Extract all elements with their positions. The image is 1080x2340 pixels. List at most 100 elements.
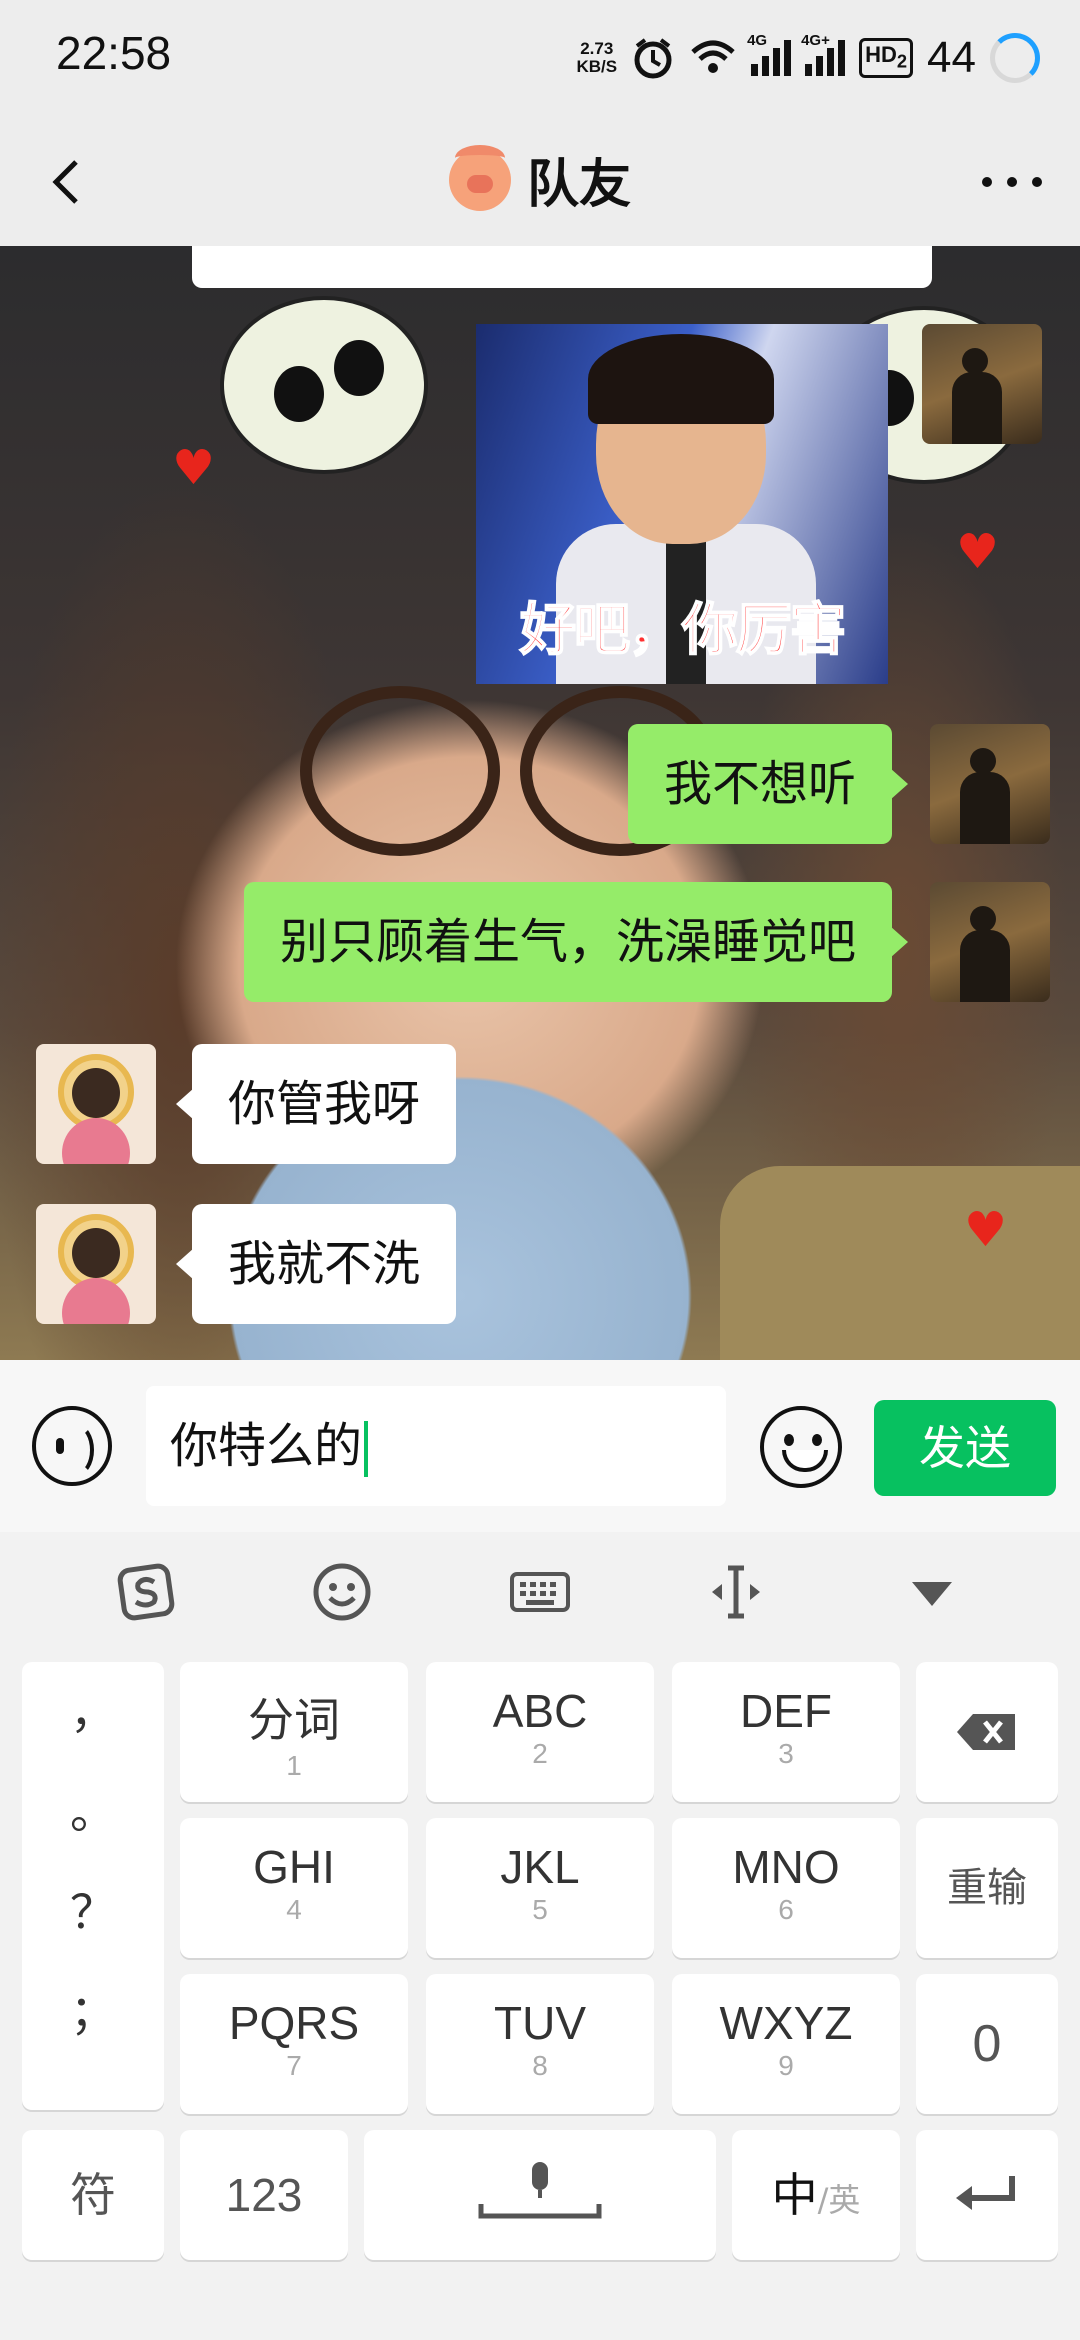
text-caret (364, 1421, 369, 1477)
key-number: 7 (286, 2050, 302, 2081)
more-options-icon[interactable] (982, 162, 1042, 202)
hd-voice-icon: HD2 (859, 37, 914, 79)
message-row: 别只顾着生气，洗澡睡觉吧 (243, 882, 1050, 1002)
punct-comma-key[interactable]: ， (22, 1662, 164, 1762)
panda-sticker-decoration (220, 296, 428, 474)
key-label: 123 (225, 2169, 303, 2221)
key-label: 重输 (947, 1866, 1027, 1910)
lang-english-label: /英 (817, 2181, 861, 2219)
signal-sim1-icon: 4G (747, 32, 792, 76)
message-input[interactable]: 你特么的 (146, 1386, 726, 1506)
key-label: ABC (492, 1685, 588, 1737)
key-9[interactable]: WXYZ 9 (672, 1974, 900, 2114)
send-button[interactable]: 发送 (874, 1400, 1056, 1496)
reinput-key[interactable]: 重输 (916, 1818, 1058, 1958)
language-switch-key[interactable]: 中/英 (732, 2130, 900, 2260)
network-speed-unit: KB/S (576, 57, 618, 76)
key-label: PQRS (228, 1997, 360, 2049)
message-row: 我不想听 (627, 724, 1050, 844)
key-label: GHI (253, 1841, 335, 1893)
keyboard: ， 。 ？ ； 分词 1 ABC 2 DEF 3 GHI 4 JKL 5 MNO… (0, 1532, 1080, 2340)
key-number: 8 (532, 2050, 548, 2081)
message-row: 我就不洗 (36, 1204, 457, 1324)
hd-label: HD (865, 41, 897, 67)
message-row: 你管我呀 (36, 1044, 457, 1164)
status-bar: 22:58 2.73 KB/S 4G 4G+ HD2 44 (0, 0, 1080, 118)
wifi-icon (691, 40, 735, 73)
chat-messages[interactable]: ♥ ♥ ♥ 好吧，你厉害 我不想听 别只顾着生气，洗澡睡觉吧 你管我呀 我就不洗 (0, 246, 1080, 1360)
heart-decoration: ♥ (172, 440, 216, 496)
numbers-key[interactable]: 123 (180, 2130, 348, 2260)
key-8[interactable]: TUV 8 (426, 1974, 654, 2114)
my-avatar[interactable] (922, 324, 1042, 444)
message-input-text: 你特么的 (170, 1418, 363, 1474)
backspace-key[interactable] (916, 1662, 1058, 1802)
key-1[interactable]: 分词 1 (180, 1662, 408, 1802)
hd-sub-label: 2 (896, 50, 908, 72)
key-number: 5 (532, 1894, 548, 1925)
heart-decoration: ♥ (956, 524, 1000, 580)
alarm-icon (634, 38, 672, 79)
my-avatar[interactable] (930, 724, 1050, 844)
punct-question-key[interactable]: ？ (22, 1862, 164, 1962)
heart-decoration: ♥ (964, 1202, 1008, 1258)
voice-input-icon[interactable] (32, 1406, 112, 1486)
network-speed: 2.73 KB/S (576, 40, 617, 76)
their-message-bubble[interactable]: 你管我呀 (175, 1044, 457, 1164)
symbols-key[interactable]: 符 (22, 2130, 164, 2260)
key-label: DEF (740, 1685, 832, 1737)
key-label: 0 (972, 2015, 1002, 2073)
key-label: TUV (494, 1997, 586, 2049)
input-bar: 你特么的 发送 (0, 1360, 1080, 1532)
key-number: 6 (778, 1894, 794, 1925)
previous-message-bubble (192, 246, 932, 288)
contact-name: 队友 (526, 155, 631, 215)
emoji-icon[interactable] (760, 1406, 842, 1488)
sogou-logo-icon[interactable] (114, 1560, 178, 1624)
key-3[interactable]: DEF 3 (672, 1662, 900, 1802)
keyboard-toolbar (0, 1532, 1080, 1652)
contact-avatar[interactable] (36, 1204, 156, 1324)
backspace-icon (957, 1714, 1015, 1750)
their-message-bubble[interactable]: 我就不洗 (175, 1204, 457, 1324)
my-avatar[interactable] (930, 882, 1050, 1002)
sticker-caption: 好吧，你厉害 (519, 597, 847, 664)
keyboard-layout-icon[interactable] (508, 1560, 572, 1624)
key-4[interactable]: GHI 4 (180, 1818, 408, 1958)
zero-key[interactable]: 0 (916, 1974, 1058, 2114)
battery-level: 44 (927, 33, 976, 82)
pig-face-icon (448, 144, 511, 211)
cursor-move-icon[interactable] (704, 1560, 768, 1624)
my-message-bubble[interactable]: 我不想听 (627, 724, 909, 844)
sticker-message[interactable]: 好吧，你厉害 (476, 324, 888, 684)
clock: 22:58 (56, 27, 172, 79)
key-7[interactable]: PQRS 7 (180, 1974, 408, 2114)
my-message-bubble[interactable]: 别只顾着生气，洗澡睡觉吧 (243, 882, 909, 1002)
status-icons: 2.73 KB/S 4G 4G+ HD2 44 (576, 26, 1040, 90)
collapse-keyboard-icon[interactable] (900, 1560, 964, 1624)
chat-header: 队友 (0, 118, 1080, 246)
key-number: 2 (532, 1738, 548, 1769)
key-label: 符 (70, 2169, 116, 2221)
punct-period-key[interactable]: 。 (22, 1762, 164, 1862)
contact-avatar[interactable] (36, 1044, 156, 1164)
signal-sim2-icon: 4G+ (801, 32, 846, 76)
punct-semicolon-key[interactable]: ； (22, 1962, 164, 2062)
punctuation-column[interactable]: ， 。 ？ ； (22, 1662, 164, 2110)
key-number: 4 (286, 1894, 302, 1925)
key-label: 分词 (248, 1694, 340, 1746)
key-number: 1 (286, 1750, 302, 1781)
emoji-panel-icon[interactable] (310, 1560, 374, 1624)
key-6[interactable]: MNO 6 (672, 1818, 900, 1958)
key-label: WXYZ (719, 1997, 853, 2049)
battery-ring-icon (990, 33, 1040, 83)
key-2[interactable]: ABC 2 (426, 1662, 654, 1802)
key-number: 9 (778, 2050, 794, 2081)
sim2-label: 4G+ (801, 32, 830, 49)
microphone-icon (478, 2162, 602, 2219)
space-key[interactable] (364, 2130, 716, 2260)
sim1-label: 4G (747, 32, 768, 49)
key-5[interactable]: JKL 5 (426, 1818, 654, 1958)
key-number: 3 (778, 1738, 794, 1769)
enter-key[interactable] (916, 2130, 1058, 2260)
